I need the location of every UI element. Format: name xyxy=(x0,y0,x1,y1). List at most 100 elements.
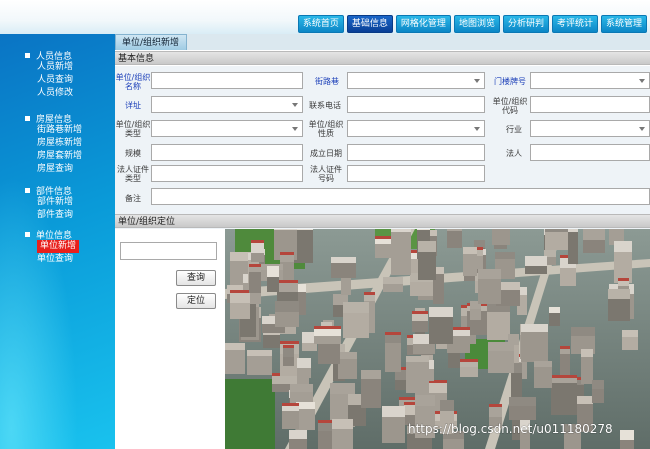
building-roof xyxy=(525,256,547,266)
building-roof xyxy=(391,229,411,232)
address-select[interactable] xyxy=(151,96,303,113)
sidebar-item-person-edit[interactable]: 人员修改 xyxy=(37,87,73,100)
remark-input[interactable] xyxy=(151,188,650,205)
building-red-roof xyxy=(280,341,299,344)
sidebar-item-building-add[interactable]: 房屋栋新增 xyxy=(37,137,82,150)
building-roof xyxy=(364,294,375,301)
building-wall xyxy=(318,429,332,449)
building-wall xyxy=(332,427,353,449)
nav-evaluation[interactable]: 考评统计 xyxy=(551,15,598,33)
scale-input[interactable] xyxy=(151,144,303,161)
sidebar-item-unit-add[interactable]: 单位新增 xyxy=(37,240,80,253)
building-red-roof xyxy=(280,252,294,255)
building-roof xyxy=(247,350,272,356)
legal-cert-no-input[interactable] xyxy=(347,165,485,182)
building-red-roof xyxy=(460,359,478,362)
square-bullet-icon xyxy=(25,52,30,58)
building-roof xyxy=(620,430,634,440)
nav-system-management[interactable]: 系统管理 xyxy=(600,15,647,33)
building-wall xyxy=(568,230,578,264)
building-wall xyxy=(282,409,299,429)
nav-analysis[interactable]: 分析研判 xyxy=(502,15,549,33)
building-wall xyxy=(487,310,510,340)
square-bullet-icon xyxy=(25,231,30,237)
building-wall xyxy=(478,277,501,304)
building-roof xyxy=(385,334,401,343)
building-wall xyxy=(267,275,279,292)
building-roof xyxy=(289,430,307,439)
sidebar-group-header[interactable]: 部件信息 xyxy=(25,184,73,197)
building-roof xyxy=(332,419,353,429)
sidebar-group-header[interactable]: 人员信息 xyxy=(25,49,73,62)
label-address: 详址 xyxy=(125,101,141,110)
sidebar-item-suite-add[interactable]: 房屋套新增 xyxy=(37,150,82,163)
label-door-no: 门楼牌号 xyxy=(494,77,526,86)
sidebar-item-person-query[interactable]: 人员查询 xyxy=(37,74,73,87)
section-basic-info: 基本信息 xyxy=(115,51,650,65)
label-legal-cert-no: 法人证件号码 xyxy=(310,165,342,183)
sidebar-item-unit-query[interactable]: 单位查询 xyxy=(37,253,79,266)
building-red-roof xyxy=(282,403,299,406)
label-unit-type: 单位/组织类型 xyxy=(115,120,151,138)
building-wall xyxy=(492,229,510,245)
locate-search-input[interactable] xyxy=(120,242,217,260)
sidebar-item-person-add[interactable]: 人员新增 xyxy=(37,61,73,74)
building-roof xyxy=(274,229,297,230)
nav-basic-info[interactable]: 基础信息 xyxy=(346,15,393,33)
building-wall xyxy=(331,261,356,278)
building-roof xyxy=(614,241,632,252)
phone-input[interactable] xyxy=(347,96,485,113)
unit-type-select[interactable] xyxy=(151,120,303,137)
label-unit-nature: 单位/组织性质 xyxy=(308,120,344,138)
unit-code-input[interactable] xyxy=(530,96,650,113)
street-select[interactable] xyxy=(347,72,485,89)
sidebar-item-house-query[interactable]: 房屋查询 xyxy=(37,163,82,176)
building-roof xyxy=(225,343,245,350)
unit-nature-select[interactable] xyxy=(347,120,485,137)
building-wall xyxy=(551,381,577,415)
industry-select[interactable] xyxy=(530,120,650,137)
building-wall xyxy=(418,250,436,280)
door-no-select[interactable] xyxy=(530,72,650,89)
sidebar-group-label: 房屋信息 xyxy=(36,114,73,125)
locate-button[interactable]: 定位 xyxy=(176,293,216,309)
city-map-view[interactable]: https://blog.csdn.net/u011180278 xyxy=(225,229,650,449)
city-aerial-image: https://blog.csdn.net/u011180278 xyxy=(225,229,650,449)
building-roof xyxy=(474,240,485,248)
building-red-roof xyxy=(560,346,570,349)
building-red-roof xyxy=(551,375,577,378)
nav-grid-management[interactable]: 网格化管理 xyxy=(395,15,451,33)
label-scale: 规模 xyxy=(125,149,141,158)
building-wall xyxy=(592,387,604,403)
nav-map-browse[interactable]: 地图浏览 xyxy=(453,15,500,33)
sidebar-group-component: 部件信息 部件新增 部件查询 xyxy=(25,184,73,222)
tab-unit-add[interactable]: 单位/组织新增 xyxy=(115,34,187,50)
unit-name-input[interactable] xyxy=(151,72,303,89)
building-roof xyxy=(382,406,405,417)
building-red-roof xyxy=(364,292,375,295)
found-date-input[interactable] xyxy=(347,144,485,161)
building-wall xyxy=(429,315,453,344)
sidebar-item-street-add[interactable]: 街路巷新增 xyxy=(37,124,82,137)
building-roof xyxy=(275,301,299,312)
legal-person-input[interactable] xyxy=(530,144,650,161)
locate-panel: 查询 定位 xyxy=(115,229,225,449)
nav-home[interactable]: 系统首页 xyxy=(297,15,344,33)
building-roof xyxy=(568,229,578,232)
building-wall xyxy=(622,335,638,350)
building-wall xyxy=(249,270,261,293)
sidebar-group-header[interactable]: 房屋信息 xyxy=(25,112,82,125)
sidebar-item-component-add[interactable]: 部件新增 xyxy=(37,196,73,209)
building-roof xyxy=(608,289,630,299)
building-red-roof xyxy=(314,326,341,329)
building-wall xyxy=(447,229,462,248)
query-button[interactable]: 查询 xyxy=(176,270,216,286)
building-roof xyxy=(290,384,313,392)
building-roof xyxy=(297,358,311,368)
legal-cert-type-input[interactable] xyxy=(151,165,303,182)
label-unit-code: 单位/组织代码 xyxy=(492,97,528,115)
sidebar-item-component-query[interactable]: 部件查询 xyxy=(37,209,73,222)
sidebar-group-header[interactable]: 单位信息 xyxy=(25,228,79,241)
building-wall xyxy=(410,280,434,296)
building-roof xyxy=(277,282,298,292)
